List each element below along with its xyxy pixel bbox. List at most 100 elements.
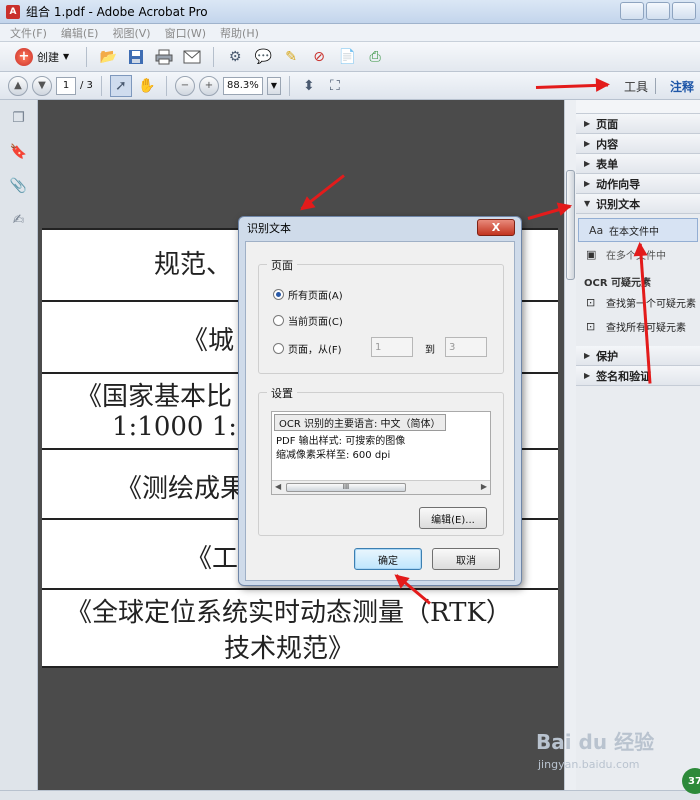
section-label: 识别文本 bbox=[596, 197, 641, 211]
menu-window[interactable]: 窗口(W) bbox=[165, 25, 206, 41]
create-button[interactable]: + 创建 ▼ bbox=[8, 45, 76, 69]
print-icon[interactable] bbox=[153, 46, 175, 68]
doc-text: 《国家基本比 bbox=[76, 382, 233, 412]
zoom-dropdown[interactable]: ▼ bbox=[266, 76, 281, 95]
section-label: 内容 bbox=[596, 137, 619, 151]
panel-section-forms[interactable]: ▶ 表单 bbox=[576, 154, 700, 174]
radio-page-range[interactable]: 页面，从(F) bbox=[273, 341, 342, 356]
close-window-button[interactable] bbox=[672, 2, 696, 20]
recognize-text-dialog: 识别文本 X 页面 所有页面(A) 当前页面(C) 页面，从(F) 1 到 3 … bbox=[238, 216, 522, 586]
to-page-input[interactable]: 3 bbox=[445, 337, 487, 357]
next-page-button[interactable]: ▼ bbox=[32, 75, 52, 96]
highlight-icon[interactable]: ✎ bbox=[280, 46, 302, 68]
radio-button[interactable] bbox=[273, 289, 284, 300]
panel-section-protect[interactable]: ▶ 保护 bbox=[576, 346, 700, 366]
status-bar bbox=[0, 790, 700, 800]
panel-section-content[interactable]: ▶ 内容 bbox=[576, 134, 700, 154]
settings-group-label: 设置 bbox=[267, 385, 297, 401]
settings-summary[interactable]: OCR 识别的主要语言: 中文（简体） PDF 输出样式: 可搜索的图像 缩减像… bbox=[271, 411, 491, 495]
radio-label: 页面，从(F) bbox=[288, 345, 342, 356]
title-bar: A 组合 1.pdf - Adobe Acrobat Pro bbox=[0, 0, 700, 24]
radio-all-pages[interactable]: 所有页面(A) bbox=[273, 287, 343, 302]
radio-label: 所有页面(A) bbox=[288, 291, 343, 302]
save-icon[interactable] bbox=[125, 46, 147, 68]
chevron-right-icon: ▶ bbox=[584, 159, 591, 168]
edit-button[interactable]: 编辑(E)... bbox=[419, 507, 487, 529]
radio-current-page[interactable]: 当前页面(C) bbox=[273, 313, 343, 328]
zoom-input[interactable]: 88.3% bbox=[222, 76, 263, 95]
panel-section-action-wizard[interactable]: ▶ 动作向导 bbox=[576, 174, 700, 194]
open-folder-icon[interactable]: 📂 bbox=[97, 46, 119, 68]
hscroll-thumb[interactable]: III bbox=[286, 483, 406, 492]
main-toolbar: + 创建 ▼ 📂 ⚙ 💬 ✎ ⊘ 📄 ⎙ bbox=[0, 42, 700, 72]
select-tool-icon[interactable]: ➚ bbox=[109, 74, 132, 97]
comment-bubble-icon[interactable]: 💬 bbox=[252, 46, 274, 68]
minimize-button[interactable] bbox=[620, 2, 644, 20]
scroll-left-icon[interactable]: ◀ bbox=[275, 482, 281, 491]
menu-file[interactable]: 文件(F) bbox=[10, 25, 47, 41]
signature-icon[interactable]: ✍ bbox=[10, 212, 28, 230]
menu-view[interactable]: 视图(V) bbox=[112, 25, 150, 41]
doc-text: 技术规范》 bbox=[224, 634, 355, 664]
radio-button[interactable] bbox=[273, 343, 284, 354]
doc-row: 《全球定位系统实时动态测量（RTK） 技术规范》 bbox=[42, 588, 558, 668]
cancel-button[interactable]: 取消 bbox=[432, 548, 500, 570]
tab-divider bbox=[655, 78, 656, 94]
tools-pane: ▶页面 ▶内容 ▶表单 ▶动作向导 ▼识别文本 Aa在本文件中 ▣在多个文件中 … bbox=[576, 100, 700, 790]
attachment-icon[interactable]: 📎 bbox=[10, 178, 28, 196]
radio-label: 当前页面(C) bbox=[288, 317, 343, 328]
window-title: 组合 1.pdf - Adobe Acrobat Pro bbox=[26, 5, 208, 19]
zoom-out-button[interactable]: − bbox=[174, 75, 195, 96]
stamp-icon[interactable]: ⎙ bbox=[364, 46, 386, 68]
gear-icon[interactable]: ⚙ bbox=[224, 46, 246, 68]
from-page-input[interactable]: 1 bbox=[371, 337, 413, 357]
ok-button[interactable]: 确定 bbox=[354, 548, 422, 570]
doc-text: 《工 bbox=[186, 544, 239, 574]
pages-icon[interactable]: ❐ bbox=[10, 110, 28, 128]
bookmark-icon[interactable]: 🔖 bbox=[10, 144, 28, 162]
text-aa-icon: Aa bbox=[589, 223, 604, 237]
doc-text: 《测绘成果 bbox=[116, 474, 247, 504]
menu-edit[interactable]: 编辑(E) bbox=[61, 25, 99, 41]
zoom-in-button[interactable]: + bbox=[198, 75, 219, 96]
chevron-right-icon: ▶ bbox=[584, 371, 591, 380]
create-icon: + bbox=[15, 47, 33, 66]
chevron-down-icon: ▼ bbox=[63, 52, 70, 61]
ocr-in-this-file[interactable]: Aa 在本文件中 bbox=[578, 218, 698, 242]
ocr-suspects-header: OCR 可疑元素 bbox=[584, 277, 652, 289]
dialog-close-button[interactable]: X bbox=[477, 219, 515, 236]
chevron-right-icon: ▶ bbox=[584, 179, 591, 188]
find-all-suspect-icon: ⊡ bbox=[586, 319, 596, 333]
tab-tools[interactable]: 工具 bbox=[624, 78, 648, 95]
chevron-right-icon: ▶ bbox=[584, 351, 591, 360]
menu-help[interactable]: 帮助(H) bbox=[220, 25, 259, 41]
email-icon[interactable] bbox=[181, 46, 203, 68]
find-suspect-icon: ⊡ bbox=[586, 295, 596, 309]
find-first-suspect[interactable]: ⊡ 查找第一个可疑元素 bbox=[576, 290, 700, 314]
find-all-suspects[interactable]: ⊡查找所有可疑元素 bbox=[576, 314, 700, 338]
panel-section-sign-certify[interactable]: ▶ 签名和验证 bbox=[576, 366, 700, 386]
fit-page-icon[interactable]: ⬍ bbox=[298, 75, 320, 97]
tab-comment[interactable]: 注释 bbox=[670, 78, 694, 95]
section-label: 页面 bbox=[596, 117, 619, 131]
watermark-brand: Bai du 经验 bbox=[536, 730, 655, 754]
panel-section-pages[interactable]: ▶ 页面 bbox=[576, 114, 700, 134]
full-screen-icon[interactable]: ⛶ bbox=[324, 75, 346, 97]
panel-section-recognize-text[interactable]: ▼ 识别文本 bbox=[576, 194, 700, 214]
radio-button[interactable] bbox=[273, 315, 284, 326]
prev-page-button[interactable]: ▲ bbox=[8, 75, 28, 96]
review-icon[interactable]: ⊘ bbox=[308, 46, 330, 68]
toolbar-divider bbox=[86, 46, 88, 67]
hand-tool-icon[interactable]: ✋ bbox=[136, 75, 158, 97]
page-number-input[interactable]: 1 bbox=[56, 76, 76, 95]
horizontal-scrollbar[interactable]: ◀ III ▶ bbox=[272, 480, 490, 494]
scroll-thumb[interactable] bbox=[566, 170, 575, 280]
pages-group: 页面 所有页面(A) 当前页面(C) 页面，从(F) 1 到 3 bbox=[258, 257, 504, 374]
chevron-down-icon: ▼ bbox=[584, 199, 591, 208]
attach-icon[interactable]: 📄 bbox=[336, 46, 358, 68]
doc-text: 《城 bbox=[182, 326, 235, 356]
tools-pane-header bbox=[576, 100, 700, 114]
maximize-button[interactable] bbox=[646, 2, 670, 20]
scroll-right-icon[interactable]: ▶ bbox=[481, 482, 487, 491]
pdf-icon: A bbox=[6, 4, 20, 19]
